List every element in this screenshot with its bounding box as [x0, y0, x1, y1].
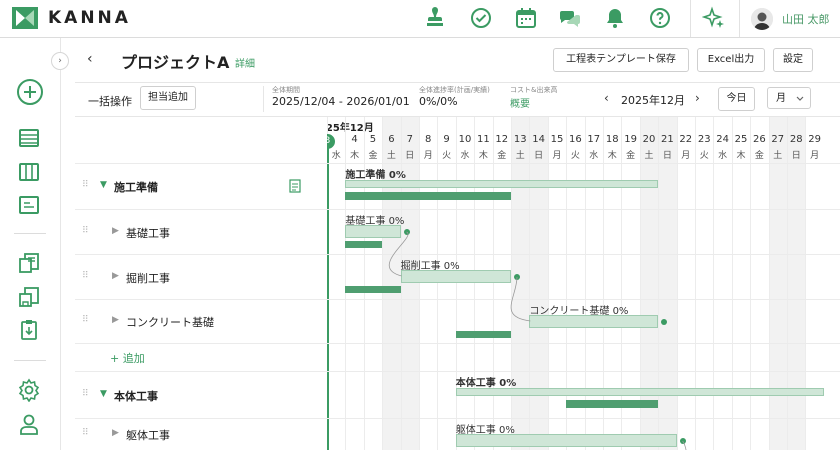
next-month-button[interactable]: › [695, 91, 700, 105]
add-icon[interactable] [16, 78, 44, 106]
excel-export-button[interactable]: Excel出力 [697, 48, 765, 72]
avatar[interactable] [751, 8, 773, 30]
expand-triangle-icon[interactable]: ▼ [100, 389, 107, 399]
check-circle-icon[interactable] [469, 6, 493, 30]
building-icon[interactable] [17, 285, 41, 309]
collapse-triangle-icon[interactable]: ▶ [112, 428, 119, 438]
logo[interactable]: KANNA [12, 7, 131, 29]
task-name: 基礎工事 [126, 226, 170, 240]
task-name: 掘削工事 [126, 271, 170, 285]
save-template-button[interactable]: 工程表テンプレート保存 [553, 48, 689, 72]
add-task-link[interactable]: + 追加 [110, 350, 145, 366]
kanna-logo-icon [12, 7, 38, 29]
progress-label: 全体進捗率(計画/実績) [419, 86, 490, 94]
sidebar-divider [14, 360, 46, 361]
view-select-value: 月 [776, 93, 786, 104]
drag-handle-icon[interactable]: ⠿ [82, 315, 89, 325]
task-list: ⠿ ▼ 施工準備 ⠿ ▶ 基礎工事 ⠿ ▶ 掘削工事 ⠿ ▶ コンクリート基礎 + 追加 ⠿ ▼ 本体工事 ⠿ ▶… [75, 117, 327, 450]
drag-handle-icon[interactable]: ⠿ [82, 428, 89, 438]
period-value: 2025/12/04 - 2026/01/01 [272, 95, 410, 108]
info-bar: 一括操作 担当追加 全体期間 2025/12/04 - 2026/01/01 全… [75, 82, 840, 117]
help-icon[interactable] [648, 6, 672, 30]
sparkle-icon[interactable] [702, 6, 726, 30]
period-label: 全体期間 [272, 86, 300, 94]
drag-handle-icon[interactable]: ⠿ [82, 226, 89, 236]
task-group-row[interactable]: ⠿ ▼ 施工準備 [75, 163, 327, 210]
stamp-icon[interactable] [423, 6, 447, 30]
collapse-triangle-icon[interactable]: ▶ [112, 226, 119, 236]
sidebar-divider [14, 233, 46, 234]
drag-handle-icon[interactable]: ⠿ [82, 389, 89, 399]
task-row[interactable]: ⠿ ▶ 基礎工事 [75, 209, 327, 255]
add-task-row[interactable]: + 追加 [75, 343, 327, 372]
collapse-triangle-icon[interactable]: ▶ [112, 315, 119, 325]
chat-icon[interactable] [558, 6, 582, 30]
user-photo-icon [751, 8, 773, 30]
task-name: コンクリート基礎 [126, 316, 214, 329]
user-icon[interactable] [17, 412, 41, 436]
today-button[interactable]: 今日 [718, 87, 755, 111]
task-list-header [75, 117, 327, 164]
task-row[interactable]: ⠿ ▶ コンクリート基礎 [75, 299, 327, 344]
report-icon[interactable] [17, 251, 41, 275]
top-bar: KANNA 山田 太郎 [0, 0, 840, 38]
chevron-down-icon [796, 96, 804, 101]
expand-triangle-icon[interactable]: ▼ [100, 180, 107, 190]
dependency-lines [388, 231, 687, 450]
app-name: KANNA [48, 8, 131, 28]
app-window: KANNA 山田 太郎 › ‹ プロジェクトA 詳細 工程表テンプレート保存 E… [0, 0, 840, 450]
sidebar-collapse-button[interactable]: › [51, 52, 69, 70]
progress-value: 0%/0% [419, 95, 458, 108]
detail-link[interactable]: 詳細 [235, 55, 255, 70]
card-icon[interactable] [17, 193, 41, 217]
drag-handle-icon[interactable]: ⠿ [82, 271, 89, 281]
task-name: 本体工事 [114, 389, 158, 403]
back-button[interactable]: ‹ [87, 51, 93, 67]
assign-add-button[interactable]: 担当追加 [140, 86, 196, 110]
user-name[interactable]: 山田 太郎 [782, 11, 830, 27]
bell-icon[interactable] [603, 6, 627, 30]
sidebar [0, 38, 61, 450]
collapse-triangle-icon[interactable]: ▶ [112, 271, 119, 281]
current-month: 2025年12月 [621, 94, 685, 107]
topbar-divider [690, 0, 691, 37]
view-select[interactable]: 月 [767, 87, 811, 109]
task-row[interactable]: ⠿ ▶ 躯体工事 [75, 418, 327, 450]
clipboard-icon[interactable] [17, 318, 41, 342]
settings-icon[interactable] [17, 378, 41, 402]
prev-month-button[interactable]: ‹ [604, 91, 609, 105]
settings-button[interactable]: 設定 [773, 48, 813, 72]
topbar-divider [739, 0, 740, 37]
bulk-action-label[interactable]: 一括操作 [88, 93, 132, 109]
task-name: 躯体工事 [126, 429, 170, 442]
board-icon[interactable] [17, 160, 41, 184]
gantt-chart: 2025年12月 水4木5金6土7日8月9火10水11木12金13土14日15月… [327, 117, 840, 450]
task-group-row[interactable]: ⠿ ▼ 本体工事 [75, 371, 327, 419]
task-name: 施工準備 [114, 181, 158, 194]
cost-label: コスト&出来高 [510, 86, 558, 94]
cost-summary-link[interactable]: 概要 [510, 95, 530, 110]
drag-handle-icon[interactable]: ⠿ [82, 180, 89, 190]
task-row[interactable]: ⠿ ▶ 掘削工事 [75, 254, 327, 300]
page-title: プロジェクトA [121, 53, 230, 72]
info-divider [263, 86, 264, 112]
list-icon[interactable] [17, 126, 41, 150]
project-header: ‹ プロジェクトA 詳細 工程表テンプレート保存 Excel出力 設定 [75, 38, 840, 83]
document-icon[interactable] [289, 179, 301, 193]
calendar-icon[interactable] [514, 6, 538, 30]
